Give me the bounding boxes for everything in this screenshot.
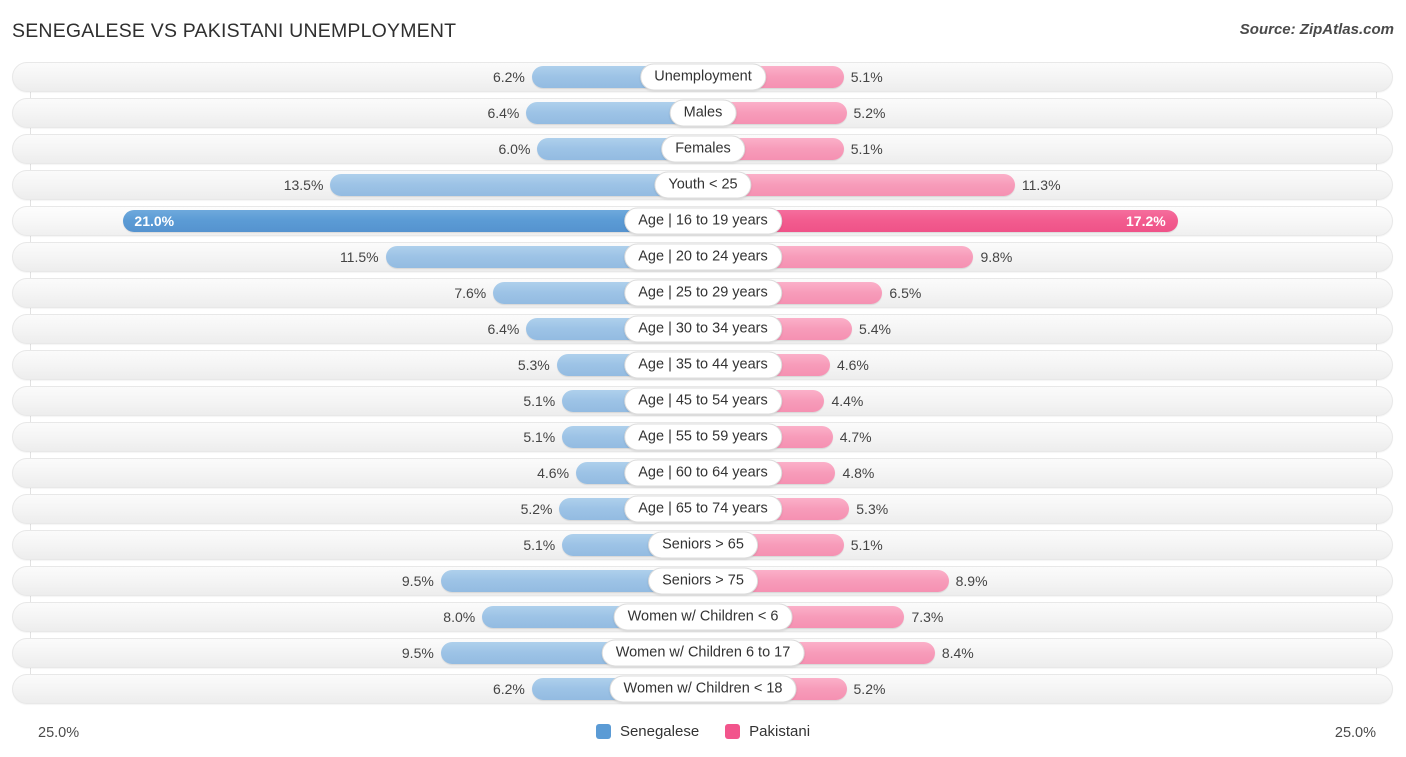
bar-row: 8.0% 7.3% Women w/ Children < 6 <box>0 602 1406 632</box>
bar-row-label: Age | 65 to 74 years <box>624 495 782 523</box>
bar-row: 11.5% 9.8% Age | 20 to 24 years <box>0 242 1406 272</box>
bar-value-pakistani: 5.2% <box>853 681 886 697</box>
bar-row: 13.5% 11.3% Youth < 25 <box>0 170 1406 200</box>
bar-row-label: Youth < 25 <box>654 171 752 199</box>
bar-value-pakistani: 4.7% <box>839 429 872 445</box>
bar-value-senegalese: 5.1% <box>523 537 556 553</box>
bar-value-pakistani: 4.8% <box>842 465 875 481</box>
bar-row: 9.5% 8.4% Women w/ Children 6 to 17 <box>0 638 1406 668</box>
bar-row: 4.6% 4.8% Age | 60 to 64 years <box>0 458 1406 488</box>
bar-row: 21.0% 17.2% Age | 16 to 19 years <box>0 206 1406 236</box>
bar-value-pakistani: 5.1% <box>850 537 883 553</box>
bar-row-label: Age | 16 to 19 years <box>624 207 782 235</box>
chart-plot-area: 6.2% 5.1% Unemployment 6.4% 5.2% Males 6.0% 5.1… <box>0 62 1406 717</box>
bar-value-pakistani: 17.2% <box>1126 213 1166 229</box>
bar-row-label: Unemployment <box>640 63 766 91</box>
bar-row: 9.5% 8.9% Seniors > 75 <box>0 566 1406 596</box>
bar-value-pakistani: 7.3% <box>911 609 944 625</box>
bar-rows-container: 6.2% 5.1% Unemployment 6.4% 5.2% Males 6.0% 5.1… <box>0 62 1406 710</box>
bar-senegalese: 21.0% <box>123 210 703 232</box>
bar-value-pakistani: 5.4% <box>859 321 891 337</box>
legend-swatch-icon <box>595 724 611 739</box>
bar-value-senegalese: 4.6% <box>537 465 570 481</box>
bar-value-senegalese: 5.1% <box>523 429 556 445</box>
bar-row-label: Age | 60 to 64 years <box>624 459 782 487</box>
bar-row: 5.1% 4.4% Age | 45 to 54 years <box>0 386 1406 416</box>
bar-value-senegalese: 11.5% <box>339 249 379 265</box>
legend-item[interactable]: Senegalese <box>595 723 700 740</box>
bar-row-label: Women w/ Children < 18 <box>609 675 797 703</box>
bar-row-label: Males <box>669 99 737 127</box>
bar-row-label: Women w/ Children < 6 <box>613 603 793 631</box>
bar-value-senegalese: 6.4% <box>487 105 520 121</box>
bar-senegalese: 13.5% <box>284 174 703 196</box>
bar-value-pakistani: 4.4% <box>831 393 864 409</box>
bar-row: 6.0% 5.1% Females <box>0 134 1406 164</box>
bar-value-senegalese: 6.4% <box>487 321 520 337</box>
bar-value-pakistani: 5.3% <box>856 501 889 517</box>
bar-value-pakistani: 5.1% <box>850 141 883 157</box>
bar-row: 5.1% 5.1% Seniors > 65 <box>0 530 1406 560</box>
bar-value-senegalese: 21.0% <box>134 213 175 229</box>
bar-value-pakistani: 11.3% <box>1021 177 1061 193</box>
page-title: SENEGALESE VS PAKISTANI UNEMPLOYMENT <box>12 20 457 42</box>
bar-value-senegalese: 9.5% <box>401 573 434 589</box>
bar-row-label: Age | 30 to 34 years <box>624 315 782 343</box>
bar-row: 5.1% 4.7% Age | 55 to 59 years <box>0 422 1406 452</box>
legend-label: Senegalese <box>619 723 700 740</box>
bar-row-label: Age | 45 to 54 years <box>624 387 782 415</box>
bar-row-label: Age | 35 to 44 years <box>624 351 782 379</box>
bar-value-senegalese: 6.2% <box>492 681 525 697</box>
bar-row: 6.2% 5.1% Unemployment <box>0 62 1406 92</box>
bar-value-senegalese: 5.2% <box>520 501 553 517</box>
bar-value-pakistani: 8.4% <box>941 645 974 661</box>
bar-value-senegalese: 6.2% <box>492 69 525 85</box>
bar-row: 5.2% 5.3% Age | 65 to 74 years <box>0 494 1406 524</box>
bar-row: 6.4% 5.4% Age | 30 to 34 years <box>0 314 1406 344</box>
bar-value-pakistani: 8.9% <box>955 573 988 589</box>
bar-row-label: Women w/ Children 6 to 17 <box>601 639 805 667</box>
bar-row-label: Females <box>661 135 745 163</box>
bar-row: 5.3% 4.6% Age | 35 to 44 years <box>0 350 1406 380</box>
bar-value-senegalese: 6.0% <box>498 141 531 157</box>
bar-value-senegalese: 7.6% <box>454 285 487 301</box>
bar-value-senegalese: 13.5% <box>283 177 324 193</box>
bar-row: 6.4% 5.2% Males <box>0 98 1406 128</box>
bar-value-senegalese: 8.0% <box>443 609 476 625</box>
bar-value-pakistani: 5.2% <box>853 105 886 121</box>
bar-value-senegalese: 5.3% <box>517 357 550 373</box>
legend-label: Pakistani <box>749 723 811 740</box>
chart-footer: 25.0% 25.0% Senegalese Pakistani <box>0 719 1406 749</box>
bar-value-pakistani: 6.5% <box>889 285 922 301</box>
legend-item[interactable]: Pakistani <box>725 723 810 740</box>
bar-row-label: Seniors > 65 <box>648 531 758 559</box>
bar-row: 6.2% 5.2% Women w/ Children < 18 <box>0 674 1406 704</box>
chart-legend: Senegalese Pakistani <box>0 723 1406 740</box>
bar-row-label: Seniors > 75 <box>648 567 758 595</box>
bar-value-senegalese: 9.5% <box>401 645 434 661</box>
bar-row: 7.6% 6.5% Age | 25 to 29 years <box>0 278 1406 308</box>
legend-swatch-icon <box>725 724 741 739</box>
bar-row-label: Age | 55 to 59 years <box>624 423 782 451</box>
bar-row-label: Age | 20 to 24 years <box>624 243 782 271</box>
bar-value-pakistani: 9.8% <box>980 249 1013 265</box>
chart-header: SENEGALESE VS PAKISTANI UNEMPLOYMENT Sou… <box>0 0 1406 58</box>
bar-value-senegalese: 5.1% <box>523 393 556 409</box>
source-attribution: Source: ZipAtlas.com <box>1239 21 1394 38</box>
bar-value-pakistani: 4.6% <box>836 357 869 373</box>
bar-value-pakistani: 5.1% <box>850 69 883 85</box>
bar-row-label: Age | 25 to 29 years <box>624 279 782 307</box>
